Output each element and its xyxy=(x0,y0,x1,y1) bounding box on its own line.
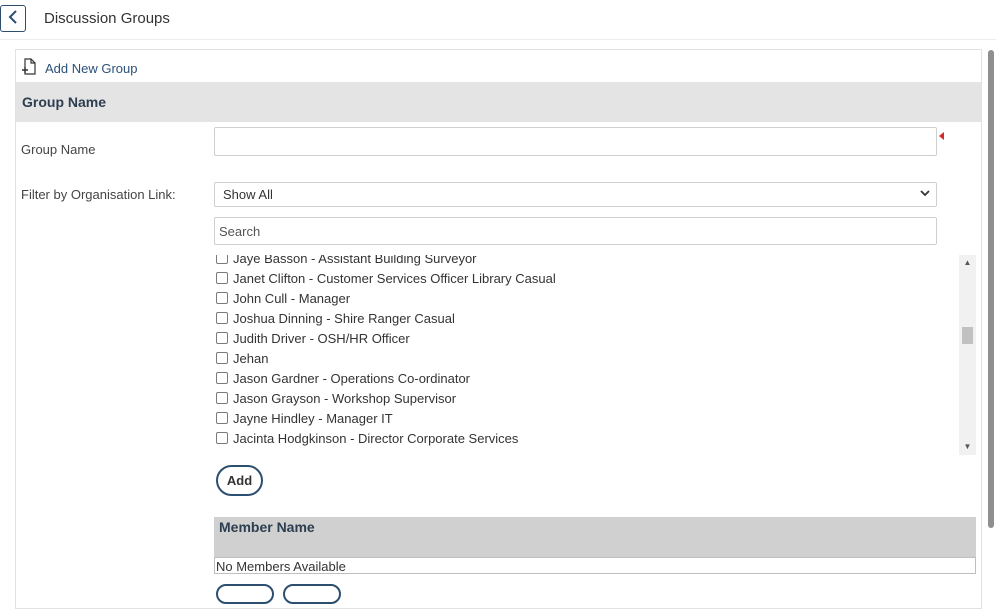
user-checkbox[interactable] xyxy=(216,352,228,364)
user-list-item[interactable]: Judith Driver - OSH/HR Officer xyxy=(214,328,954,348)
scroll-up-icon[interactable]: ▲ xyxy=(959,256,976,270)
user-list-item[interactable]: John Cull - Manager xyxy=(214,288,954,308)
user-label: Jayne Hindley - Manager IT xyxy=(233,410,393,426)
user-checkbox[interactable] xyxy=(216,372,228,384)
members-empty-message: No Members Available xyxy=(214,557,976,574)
user-label: Jehan xyxy=(233,350,269,366)
user-label: Jason Gardner - Operations Co-ordinator xyxy=(233,370,471,386)
organisation-filter-select[interactable]: Show All xyxy=(214,182,937,207)
page-scrollbar[interactable] xyxy=(985,40,996,604)
user-label: Jason Grayson - Workshop Supervisor xyxy=(233,390,457,406)
scroll-thumb[interactable] xyxy=(962,327,973,344)
add-new-group-link[interactable]: Add New Group xyxy=(21,58,138,78)
user-list-item[interactable]: Jayne Hindley - Manager IT xyxy=(214,408,954,428)
user-list-scrollbar[interactable]: ▲ ▼ xyxy=(959,255,976,455)
chevron-left-icon xyxy=(8,10,18,27)
user-list-item[interactable]: Jason Grayson - Workshop Supervisor xyxy=(214,388,954,408)
scroll-down-icon[interactable]: ▼ xyxy=(959,440,976,454)
page-title: Discussion Groups xyxy=(44,10,170,27)
user-list-item[interactable]: Jaye Basson - Assistant Building Surveyo… xyxy=(214,255,954,268)
group-name-label: Group Name xyxy=(21,142,96,157)
user-search-input[interactable] xyxy=(214,217,937,245)
filter-label: Filter by Organisation Link: xyxy=(21,187,176,202)
chevron-down-icon xyxy=(920,187,930,202)
user-checkbox[interactable] xyxy=(216,255,228,264)
section-header: Group Name xyxy=(16,82,981,122)
user-label: John Cull - Manager xyxy=(233,290,351,306)
user-label: Jacinta Hodgkinson - Director Corporate … xyxy=(233,430,519,446)
user-label: Judith Driver - OSH/HR Officer xyxy=(233,330,410,346)
user-label: Joshua Dinning - Shire Ranger Casual xyxy=(233,310,455,326)
member-name-header: Member Name xyxy=(214,517,976,557)
user-checkbox[interactable] xyxy=(216,272,228,284)
add-members-button[interactable]: Add xyxy=(216,465,263,496)
add-new-group-label: Add New Group xyxy=(45,60,138,76)
filter-selected-value: Show All xyxy=(223,187,273,202)
group-name-input[interactable] xyxy=(214,127,937,156)
user-checkbox-list[interactable]: Jaye Basson - Assistant Building Surveyo… xyxy=(214,255,959,455)
user-checkbox[interactable] xyxy=(216,432,228,444)
action-button-1[interactable] xyxy=(216,584,274,604)
user-list-item[interactable]: Janet Clifton - Customer Services Office… xyxy=(214,268,954,288)
action-button-2[interactable] xyxy=(283,584,341,604)
user-checkbox[interactable] xyxy=(216,332,228,344)
top-bar: Discussion Groups xyxy=(0,0,996,40)
user-list-items: Jaye Basson - Assistant Building Surveyo… xyxy=(214,255,954,448)
user-checkbox[interactable] xyxy=(216,292,228,304)
user-list-item[interactable]: Jacinta Hodgkinson - Director Corporate … xyxy=(214,428,954,448)
page-scroll-thumb[interactable] xyxy=(988,50,994,528)
document-add-icon xyxy=(21,58,37,78)
back-button[interactable] xyxy=(0,5,26,32)
user-list-item[interactable]: Jehan xyxy=(214,348,954,368)
user-label: Jaye Basson - Assistant Building Surveyo… xyxy=(233,255,477,266)
user-checkbox[interactable] xyxy=(216,392,228,404)
user-checkbox[interactable] xyxy=(216,312,228,324)
user-list-item[interactable]: Joshua Dinning - Shire Ranger Casual xyxy=(214,308,954,328)
required-indicator-icon xyxy=(939,132,944,140)
group-form-panel: Add New Group Group Name Group Name Filt… xyxy=(15,49,982,609)
user-checkbox[interactable] xyxy=(216,412,228,424)
user-list-item[interactable]: Jason Gardner - Operations Co-ordinator xyxy=(214,368,954,388)
user-label: Janet Clifton - Customer Services Office… xyxy=(233,270,556,286)
